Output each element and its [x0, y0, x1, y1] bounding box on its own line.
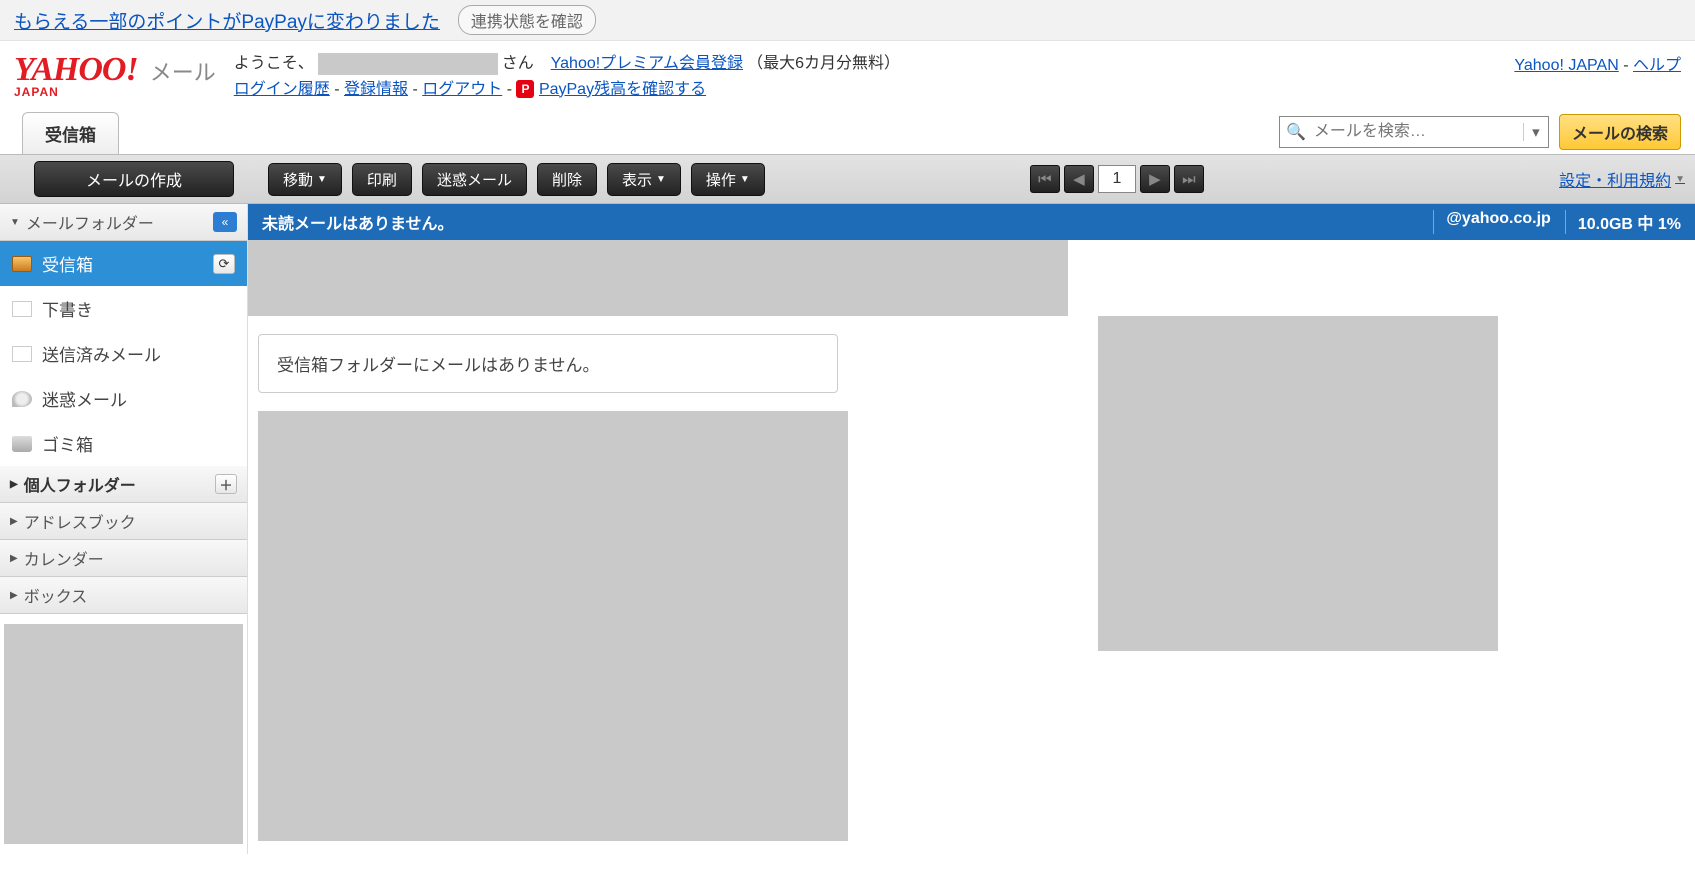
refresh-button[interactable]: ⟳	[213, 254, 235, 274]
paypay-balance-link[interactable]: PayPay残高を確認する	[539, 81, 706, 98]
move-button[interactable]: 移動▼	[268, 163, 342, 196]
page-prev-button[interactable]: ◀	[1064, 165, 1094, 193]
status-banner: 未読メールはありません。 @yahoo.co.jp 10.0GB 中 1%	[248, 204, 1695, 240]
page-first-button[interactable]: ⏮	[1030, 165, 1060, 193]
notice-link[interactable]: もらえる一部のポイントがPayPayに変わりました	[14, 7, 440, 34]
tab-row: 受信箱 🔍 ▾ メールの検索	[0, 112, 1695, 154]
folder-trash[interactable]: ゴミ箱	[0, 421, 247, 466]
triangle-right-icon: ▶	[10, 553, 18, 564]
empty-inbox-message: 受信箱フォルダーにメールはありません。	[258, 334, 838, 393]
triangle-right-icon: ▶	[10, 516, 18, 527]
section-mail-folder[interactable]: ▼ メールフォルダー «	[0, 204, 247, 241]
header-right: Yahoo! JAPAN - ヘルプ	[1514, 51, 1681, 75]
add-folder-button[interactable]: ＋	[215, 474, 237, 494]
content-area: 未読メールはありません。 @yahoo.co.jp 10.0GB 中 1% 受信…	[248, 204, 1695, 854]
caret-down-icon: ▼	[656, 174, 666, 185]
ad-wide-placeholder	[248, 240, 1068, 316]
search-button[interactable]: メールの検索	[1559, 114, 1681, 150]
caret-down-icon: ▼	[317, 174, 327, 185]
check-linkage-button[interactable]: 連携状態を確認	[458, 5, 596, 35]
section-personal-folder[interactable]: ▶ 個人フォルダー ＋	[0, 466, 247, 503]
ad-side-placeholder	[1098, 316, 1498, 651]
premium-link[interactable]: Yahoo!プレミアム会員登録	[551, 51, 743, 77]
folder-spam[interactable]: 迷惑メール	[0, 376, 247, 421]
settings-link[interactable]: 設定・利用規約 ▼	[1559, 167, 1685, 191]
action-button[interactable]: 操作▼	[691, 163, 765, 196]
premium-note: （最大6カ月分無料）	[747, 51, 900, 77]
search-dropdown-button[interactable]: ▾	[1523, 123, 1548, 141]
notice-bar: もらえる一部のポイントがPayPayに変わりました 連携状態を確認	[0, 0, 1695, 41]
inbox-icon	[12, 256, 32, 272]
logo[interactable]: YAHOO! JAPAN メール	[14, 51, 216, 99]
search-input[interactable]	[1312, 122, 1523, 142]
folder-inbox[interactable]: 受信箱 ⟳	[0, 241, 247, 286]
triangle-right-icon: ▶	[10, 590, 18, 601]
account-domain: @yahoo.co.jp	[1433, 210, 1551, 234]
paypay-icon: P	[516, 80, 534, 98]
caret-down-icon: ▼	[740, 174, 750, 185]
sidebar: ▼ メールフォルダー « 受信箱 ⟳ 下書き 送信済みメール 迷惑メール ゴミ箱…	[0, 204, 248, 854]
login-history-link[interactable]: ログイン履歴	[234, 81, 330, 98]
header: YAHOO! JAPAN メール ようこそ、 さん Yahoo!プレミアム会員登…	[0, 41, 1695, 102]
print-button[interactable]: 印刷	[352, 163, 412, 196]
draft-icon	[12, 301, 32, 317]
spam-button[interactable]: 迷惑メール	[422, 163, 527, 196]
view-button[interactable]: 表示▼	[607, 163, 681, 196]
page-next-button[interactable]: ▶	[1140, 165, 1170, 193]
sidebar-ad-placeholder	[4, 624, 243, 844]
storage-info: 10.0GB 中 1%	[1565, 210, 1681, 234]
ad-large-placeholder	[258, 411, 848, 841]
section-address-book[interactable]: ▶ アドレスブック	[0, 503, 247, 540]
search-icon: 🔍	[1280, 122, 1312, 142]
header-info: ようこそ、 さん Yahoo!プレミアム会員登録 （最大6カ月分無料） ログイン…	[234, 51, 1515, 102]
pager: ⏮ ◀ 1 ▶ ⏭	[1030, 165, 1204, 193]
user-name-redacted	[318, 53, 498, 75]
folder-draft[interactable]: 下書き	[0, 286, 247, 331]
logo-brand: YAHOO!	[14, 51, 138, 88]
section-calendar[interactable]: ▶ カレンダー	[0, 540, 247, 577]
collapse-sidebar-button[interactable]: «	[213, 212, 237, 232]
search-field[interactable]: 🔍 ▾	[1279, 116, 1549, 148]
logout-link[interactable]: ログアウト	[422, 81, 502, 98]
folder-sent[interactable]: 送信済みメール	[0, 331, 247, 376]
page-last-button[interactable]: ⏭	[1174, 165, 1204, 193]
tab-inbox[interactable]: 受信箱	[22, 112, 119, 154]
spam-icon	[12, 391, 32, 407]
sent-icon	[12, 346, 32, 362]
caret-down-icon: ▼	[1675, 174, 1685, 185]
reg-info-link[interactable]: 登録情報	[344, 81, 408, 98]
triangle-down-icon: ▼	[10, 217, 20, 228]
delete-button[interactable]: 削除	[537, 163, 597, 196]
compose-button[interactable]: メールの作成	[34, 161, 234, 197]
welcome-prefix: ようこそ、	[234, 51, 314, 77]
yahoo-japan-link[interactable]: Yahoo! JAPAN	[1514, 57, 1618, 74]
no-unread-message: 未読メールはありません。	[262, 210, 454, 234]
page-number: 1	[1098, 165, 1136, 193]
welcome-suffix: さん	[502, 51, 534, 77]
help-link[interactable]: ヘルプ	[1633, 57, 1681, 74]
toolbar: メールの作成 移動▼ 印刷 迷惑メール 削除 表示▼ 操作▼ ⏮ ◀ 1 ▶ ⏭…	[0, 154, 1695, 204]
triangle-right-icon: ▶	[10, 479, 18, 490]
logo-product: メール	[150, 55, 216, 87]
section-box[interactable]: ▶ ボックス	[0, 577, 247, 614]
trash-icon	[12, 436, 32, 452]
